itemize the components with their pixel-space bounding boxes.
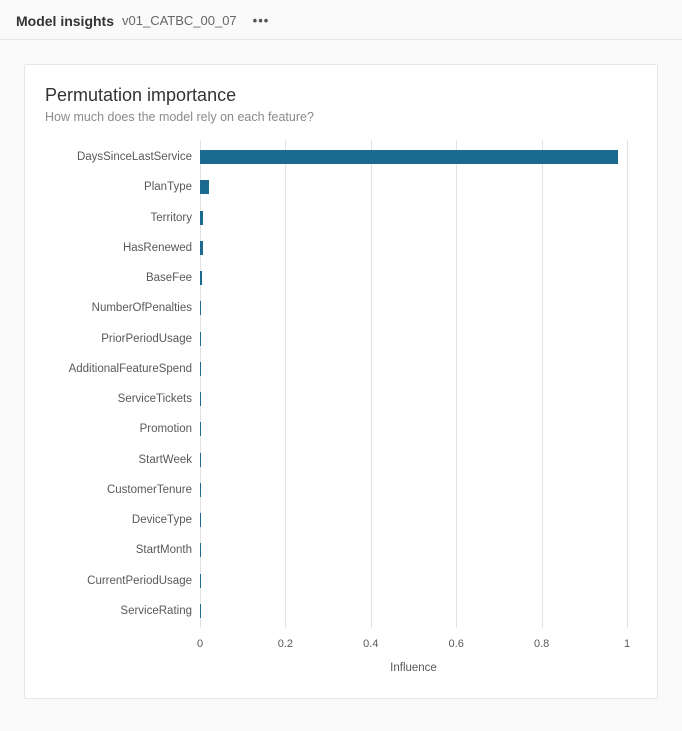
bar-label: DaysSinceLastService [77,150,200,164]
more-menu-button[interactable]: ••• [249,12,274,29]
permutation-importance-card: Permutation importance How much does the… [24,64,658,699]
gridline [627,140,628,628]
bar-label: ServiceRating [120,604,200,618]
bar-label: CurrentPeriodUsage [87,574,200,588]
bar-label: NumberOfPenalties [92,301,200,315]
bar-label: Promotion [140,422,200,436]
bar [200,301,201,315]
bar [200,332,201,346]
bar-row: BaseFee [200,271,627,285]
bar-label: Territory [150,211,200,225]
card-subtitle: How much does the model rely on each fea… [45,110,637,124]
bar-row: NumberOfPenalties [200,301,627,315]
bar [200,271,202,285]
bar-row: Promotion [200,422,627,436]
bar-row: StartMonth [200,543,627,557]
page-header-title: Model insights [16,13,114,29]
card-title: Permutation importance [45,85,637,106]
bar-row: StartWeek [200,453,627,467]
bar-row: PriorPeriodUsage [200,332,627,346]
bar [200,211,203,225]
bar-row: PlanType [200,180,627,194]
x-tick-label: 0 [197,638,203,650]
ellipsis-icon: ••• [253,13,270,28]
bar-row: CurrentPeriodUsage [200,574,627,588]
bar-label: ServiceTickets [118,392,200,406]
x-axis: 0 0.2 0.4 0.6 0.8 1 [200,638,627,652]
x-tick-label: 0.4 [363,638,378,650]
plot-area: DaysSinceLastService PlanType Territory Has… [200,140,627,628]
bar-row: HasRenewed [200,241,627,255]
bar-row: DaysSinceLastService [200,150,627,164]
x-tick-label: 1 [624,638,630,650]
bar-label: StartMonth [136,543,200,557]
x-tick-label: 0.6 [449,638,464,650]
page-header-subtitle: v01_CATBC_00_07 [122,13,237,28]
x-axis-label: Influence [200,662,627,674]
bar [200,180,209,194]
x-tick-label: 0.8 [534,638,549,650]
bar-row: ServiceRating [200,604,627,618]
bar-label: DeviceType [132,513,200,527]
bar-label: CustomerTenure [107,483,200,497]
bar [200,150,618,164]
x-tick-label: 0.2 [278,638,293,650]
bar [200,241,203,255]
bar-row: CustomerTenure [200,483,627,497]
bar-row: AdditionalFeatureSpend [200,362,627,376]
bar-label: BaseFee [146,271,200,285]
bar-label: PriorPeriodUsage [101,332,200,346]
bar-label: StartWeek [139,453,200,467]
bar-label: HasRenewed [123,241,200,255]
bar-row: ServiceTickets [200,392,627,406]
bar-row: DeviceType [200,513,627,527]
bar-row: Territory [200,211,627,225]
bar-label: PlanType [144,180,200,194]
page-header: Model insights v01_CATBC_00_07 ••• [0,0,682,40]
bar-label: AdditionalFeatureSpend [69,362,200,376]
chart: DaysSinceLastService PlanType Territory Has… [45,140,637,680]
